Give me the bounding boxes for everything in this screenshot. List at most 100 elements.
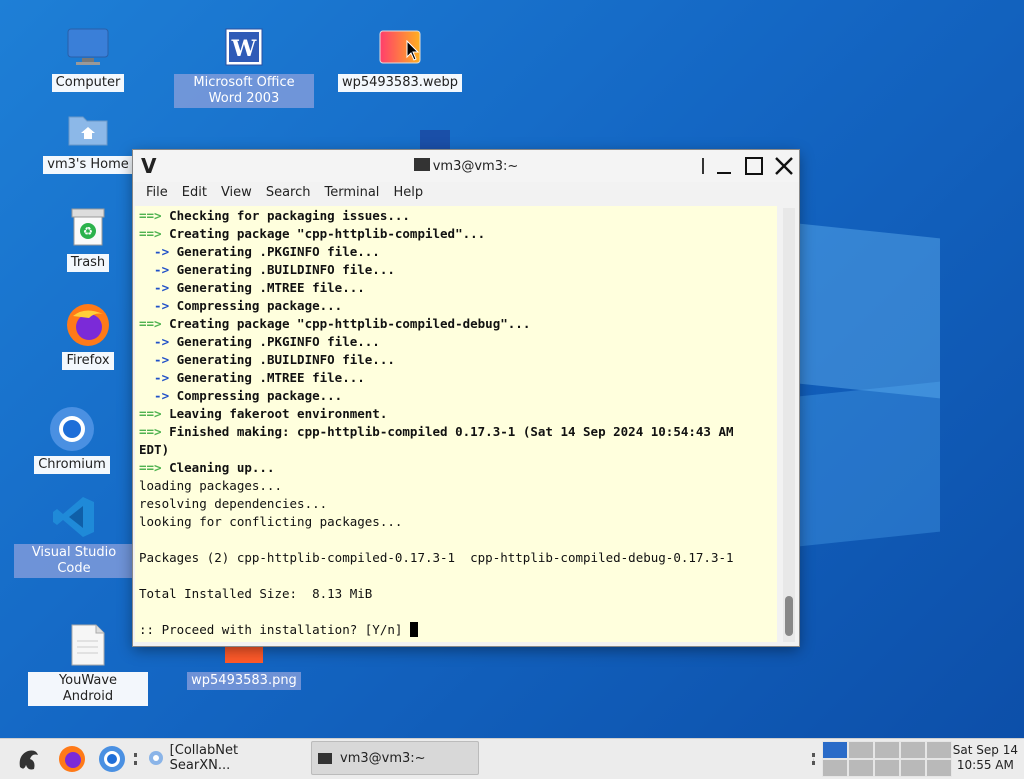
workspace-5[interactable]: [926, 741, 952, 759]
desktop-icon-firefox[interactable]: Firefox: [28, 302, 148, 370]
terminal-line: Packages (2) cpp-httplib-compiled-0.17.3…: [139, 549, 773, 567]
workspace-2[interactable]: [848, 741, 874, 759]
terminal-line: -> Generating .PKGINFO file...: [139, 333, 773, 351]
workspace-6[interactable]: [822, 759, 848, 777]
firefox-icon[interactable]: [56, 743, 88, 775]
taskbar-handle[interactable]: [812, 753, 818, 765]
line-text: looking for conflicting packages...: [139, 514, 403, 529]
line-text: Finished making: cpp-httplib-compiled 0.…: [169, 424, 734, 439]
menu-terminal[interactable]: Terminal: [317, 182, 386, 204]
line-prefix: ->: [139, 280, 177, 295]
desktop-icon-label: Trash: [66, 254, 110, 272]
text-cursor: [409, 622, 418, 637]
menu-help[interactable]: Help: [386, 182, 430, 204]
desktop-icon-word[interactable]: W Microsoft Office Word 2003: [174, 24, 314, 108]
line-prefix: ==>: [139, 316, 170, 331]
terminal-line: -> Generating .PKGINFO file...: [139, 243, 773, 261]
line-prefix: ==>: [139, 208, 170, 223]
line-prefix: ->: [139, 352, 177, 367]
terminal-line: -> Generating .MTREE file...: [139, 369, 773, 387]
workspace-4[interactable]: [900, 741, 926, 759]
line-text: Generating .MTREE file...: [176, 370, 365, 385]
line-prefix: ->: [139, 334, 177, 349]
desktop-icon-vscode[interactable]: Visual Studio Code: [14, 494, 134, 578]
terminal-scrollbar[interactable]: [783, 208, 795, 642]
terminal-line: :: Proceed with installation? [Y/n]: [139, 621, 773, 639]
menu-search[interactable]: Search: [259, 182, 318, 204]
maximize-button[interactable]: [743, 155, 765, 177]
line-prefix: ==>: [139, 406, 170, 421]
desktop-icon-label: Chromium: [34, 456, 110, 474]
line-text: Creating package "cpp-httplib-compiled-d…: [169, 316, 531, 331]
line-text: Compressing package...: [176, 388, 343, 403]
trash-icon: ♻: [65, 204, 111, 250]
line-text: Generating .PKGINFO file...: [176, 244, 380, 259]
line-text: :: Proceed with installation? [Y/n]: [139, 622, 410, 637]
terminal-line: ==> Checking for packaging issues...: [139, 207, 773, 225]
workspace-10[interactable]: [926, 759, 952, 777]
desktop-icon-trash[interactable]: ♻ Trash: [28, 204, 148, 272]
menu-edit[interactable]: Edit: [175, 182, 214, 204]
line-text: Creating package "cpp-httplib-compiled".…: [169, 226, 486, 241]
firefox-icon: [65, 302, 111, 348]
close-button[interactable]: [773, 155, 795, 177]
terminal-line: -> Generating .MTREE file...: [139, 279, 773, 297]
taskbar-task-browser[interactable]: [CollabNet SearXN...: [142, 741, 306, 775]
line-prefix: ->: [139, 244, 177, 259]
line-prefix: ->: [139, 388, 177, 403]
desktop-icon-label: Firefox: [62, 352, 114, 370]
terminal-window[interactable]: V vm3@vm3:~ File Edit View Search Termin…: [133, 150, 799, 646]
svg-text:♻: ♻: [83, 225, 93, 238]
line-text: loading packages...: [139, 478, 282, 493]
workspace-9[interactable]: [900, 759, 926, 777]
terminal-line: loading packages...: [139, 477, 773, 495]
desktop-icon-home[interactable]: vm3's Home: [28, 106, 148, 174]
line-text: Generating .PKGINFO file...: [176, 334, 380, 349]
terminal-line: ==> Creating package "cpp-httplib-compil…: [139, 315, 773, 333]
workspace-8[interactable]: [874, 759, 900, 777]
terminal-line: EDT): [139, 441, 773, 459]
desktop-icon-label: wp5493583.png: [187, 672, 301, 690]
taskbar-clock[interactable]: Sat Sep 14 10:55 AM: [953, 743, 1018, 773]
taskbar: [CollabNet SearXN... vm3@vm3:~ Sat Sep 1…: [0, 738, 1024, 779]
taskbar-task-terminal[interactable]: vm3@vm3:~: [311, 741, 479, 775]
terminal-line: -> Generating .BUILDINFO file...: [139, 351, 773, 369]
window-titlebar[interactable]: V vm3@vm3:~: [133, 150, 799, 182]
desktop-icon-webp[interactable]: wp5493583.webp: [337, 24, 463, 92]
desktop-icon-label: Microsoft Office Word 2003: [174, 74, 314, 108]
terminal-icon: [413, 158, 430, 171]
line-text: Checking for packaging issues...: [169, 208, 410, 223]
terminal-line: -> Compressing package...: [139, 297, 773, 315]
terminal-line: Total Installed Size: 8.13 MiB: [139, 585, 773, 603]
start-menu-icon[interactable]: [12, 743, 44, 775]
terminal-output[interactable]: ==> Checking for packaging issues... ==> …: [135, 206, 777, 642]
svg-text:W: W: [231, 36, 257, 62]
titlebar-divider: [702, 158, 704, 174]
desktop-icon-chromium[interactable]: Chromium: [12, 406, 132, 474]
desktop-icon-youwave[interactable]: YouWave Android: [28, 622, 148, 706]
terminal-line: ==> Leaving fakeroot environment.: [139, 405, 773, 423]
minimize-button[interactable]: [713, 155, 735, 177]
terminal-line: -> Compressing package...: [139, 387, 773, 405]
workspace-3[interactable]: [874, 741, 900, 759]
workspace-7[interactable]: [848, 759, 874, 777]
vscode-icon: [51, 494, 97, 540]
menu-file[interactable]: File: [139, 182, 175, 204]
workspace-pager[interactable]: [822, 741, 952, 777]
terminal-line: resolving dependencies...: [139, 495, 773, 513]
terminal-line: ==> Finished making: cpp-httplib-compile…: [139, 423, 773, 441]
chromium-icon[interactable]: [96, 743, 128, 775]
line-text: Generating .BUILDINFO file...: [176, 352, 395, 367]
desktop-icon-computer[interactable]: Computer: [28, 24, 148, 92]
scrollbar-thumb[interactable]: [785, 596, 793, 636]
line-text: Total Installed Size: 8.13 MiB: [139, 586, 373, 601]
line-text: Generating .MTREE file...: [176, 280, 365, 295]
wallpaper-light-beam: [780, 381, 940, 549]
taskbar-handle[interactable]: [134, 753, 140, 765]
desktop-icon-label: wp5493583.webp: [337, 74, 463, 92]
line-prefix: ->: [139, 262, 177, 277]
menu-view[interactable]: View: [214, 182, 259, 204]
workspace-1[interactable]: [822, 741, 848, 759]
desktop-icon-label: Computer: [51, 74, 125, 92]
